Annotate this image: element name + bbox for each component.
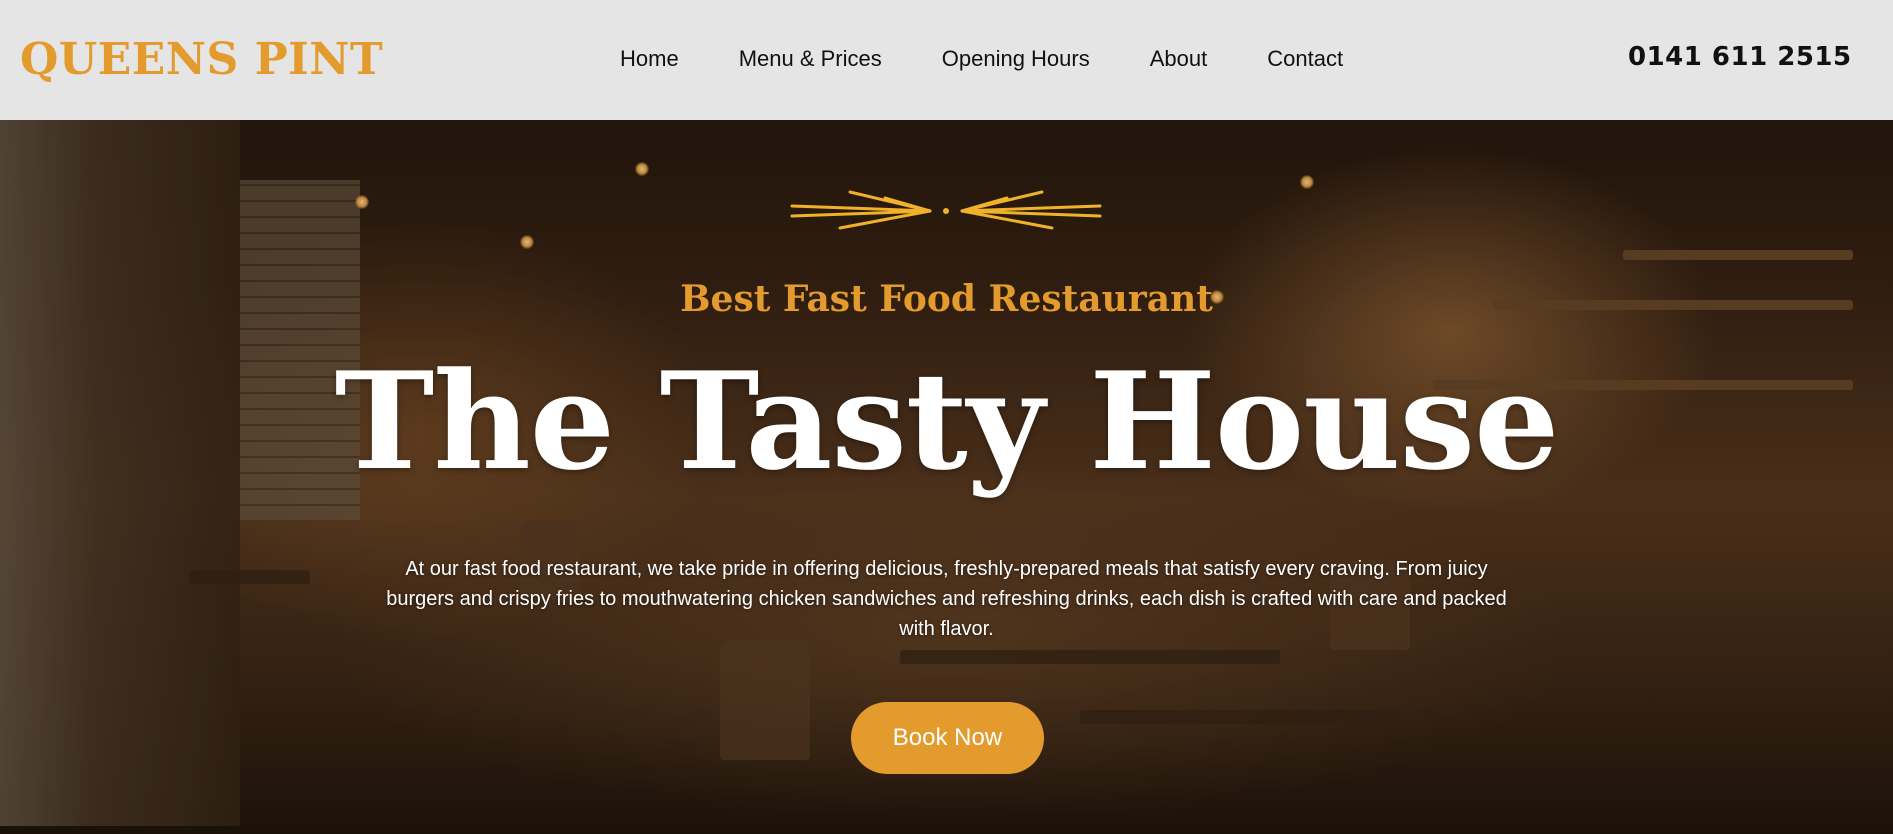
main-nav: Home Menu & Prices Opening Hours About C… — [620, 46, 1343, 72]
book-now-button[interactable]: Book Now — [851, 702, 1044, 774]
nav-about[interactable]: About — [1150, 46, 1208, 72]
site-logo[interactable]: QUEENS PINT — [20, 34, 383, 85]
hero-bottom-edge — [0, 826, 1893, 834]
nav-home[interactable]: Home — [620, 46, 679, 72]
hero-title: The Tasty House — [334, 342, 1560, 500]
hero-description: At our fast food restaurant, we take pri… — [386, 558, 1507, 640]
hero-eyebrow: Best Fast Food Restaurant — [680, 278, 1213, 320]
nav-menu-prices[interactable]: Menu & Prices — [739, 46, 882, 72]
nav-contact[interactable]: Contact — [1267, 46, 1343, 72]
phone-number[interactable]: 0141 611 2515 — [1628, 42, 1852, 72]
decorative-flourish-icon — [790, 190, 1102, 230]
site-header: QUEENS PINT Home Menu & Prices Opening H… — [0, 0, 1893, 120]
nav-opening-hours[interactable]: Opening Hours — [942, 46, 1090, 72]
